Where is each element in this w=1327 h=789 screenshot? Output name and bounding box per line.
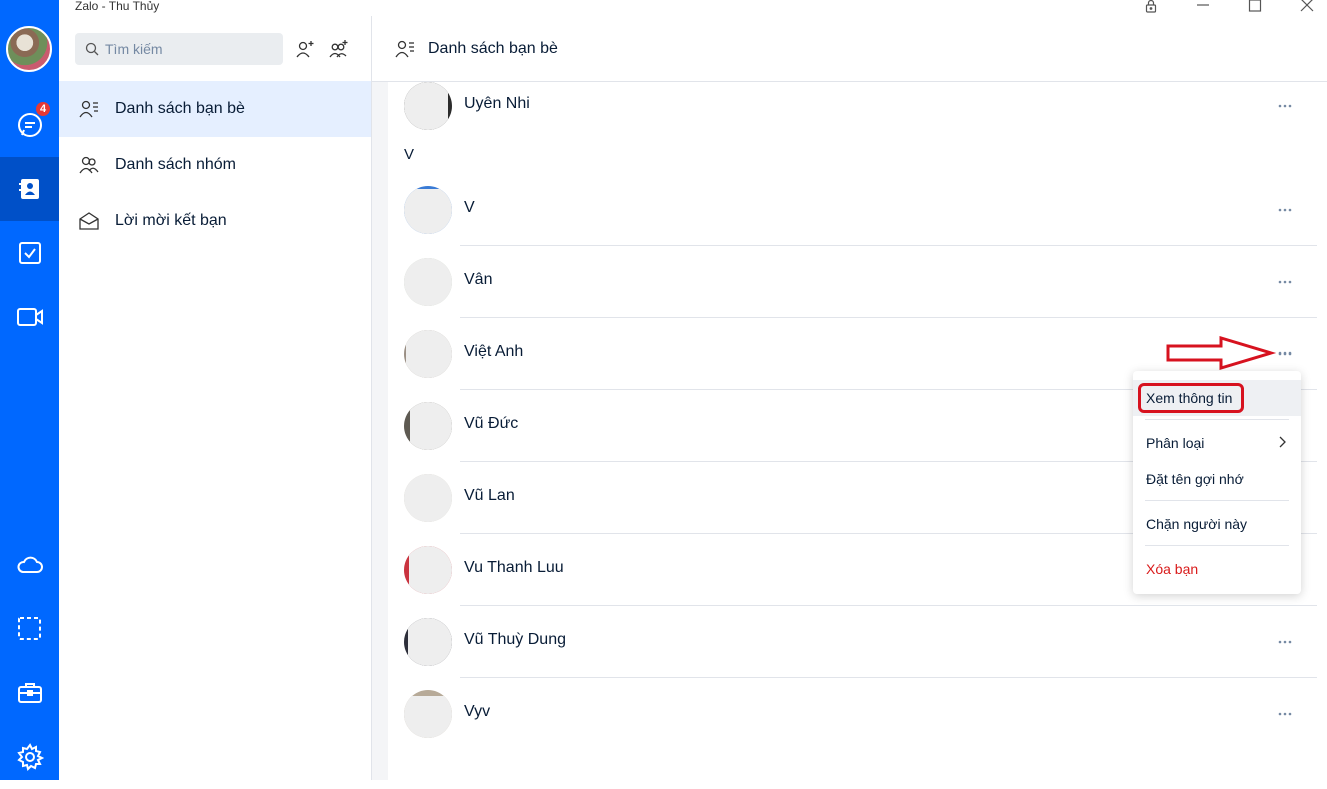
avatar: [404, 402, 452, 450]
more-icon: [1278, 208, 1292, 212]
nav-rail: 4: [0, 0, 59, 780]
more-options-button[interactable]: [1275, 704, 1295, 724]
title-bar: Zalo - Thu Thủy: [59, 0, 1327, 16]
contact-name: Việt Anh: [464, 343, 524, 360]
lock-button[interactable]: [1140, 0, 1162, 14]
cloud-icon: [16, 556, 43, 573]
menu-item-label: Chặn người này: [1146, 516, 1248, 532]
window-title: Zalo - Thu Thủy: [75, 0, 160, 13]
nav-cloud[interactable]: [0, 533, 59, 597]
menu-divider: [1145, 500, 1289, 501]
contacts-sidebar: Danh sách bạn bè Danh sách nhóm Lời mời …: [59, 16, 372, 780]
contact-name: Vũ Lan: [464, 487, 515, 504]
close-button[interactable]: [1296, 0, 1318, 14]
contacts-menu: Danh sách bạn bè Danh sách nhóm Lời mời …: [59, 81, 371, 249]
menu-label: Danh sách nhóm: [115, 156, 236, 173]
menu-friend-list[interactable]: Danh sách bạn bè: [59, 81, 371, 137]
menu-group-list[interactable]: Danh sách nhóm: [59, 137, 371, 193]
menu-label: Lời mời kết bạn: [115, 212, 227, 229]
video-icon: [16, 308, 43, 326]
user-avatar[interactable]: [6, 26, 52, 72]
nav-todo[interactable]: [0, 221, 59, 285]
menu-friend-requests[interactable]: Lời mời kết bạn: [59, 193, 371, 249]
menu-item-label: Đặt tên gợi nhớ: [1146, 471, 1244, 487]
menu-divider: [1145, 545, 1289, 546]
more-options-button-active[interactable]: [1275, 343, 1295, 363]
more-icon: [1278, 712, 1292, 716]
more-icon: [1278, 280, 1292, 284]
avatar: [404, 546, 452, 594]
more-icon: [1278, 104, 1292, 108]
add-friend-icon: [296, 41, 314, 58]
contact-name: Vũ Đức: [464, 415, 519, 432]
contact-name: Vân: [464, 271, 493, 288]
menu-divider: [1145, 419, 1289, 420]
maximize-icon: [1248, 0, 1262, 12]
close-icon: [1300, 0, 1314, 12]
nav-settings[interactable]: [0, 725, 59, 789]
list-item[interactable]: Vyv: [388, 678, 1317, 750]
menu-item-label: Phân loại: [1146, 435, 1205, 451]
search-input[interactable]: [105, 41, 275, 57]
search-icon: [85, 42, 99, 56]
more-options-button[interactable]: [1275, 200, 1295, 220]
list-item[interactable]: V: [388, 174, 1317, 246]
minimize-icon: [1197, 4, 1209, 6]
list-item[interactable]: Uyên Nhi: [388, 70, 1317, 142]
nav-screenshot[interactable]: [0, 597, 59, 661]
avatar: [404, 618, 452, 666]
avatar: [404, 186, 452, 234]
search-box[interactable]: [75, 33, 283, 65]
add-friend-button[interactable]: [292, 36, 318, 62]
group-list-icon: [78, 154, 100, 176]
contacts-icon: [18, 179, 39, 199]
page-title: Danh sách bạn bè: [428, 39, 558, 57]
menu-set-nickname[interactable]: Đặt tên gợi nhớ: [1133, 461, 1301, 497]
section-letter: V: [404, 146, 415, 163]
avatar: [404, 82, 452, 130]
lock-icon: [1145, 0, 1157, 13]
gear-icon: [16, 743, 44, 771]
briefcase-icon: [17, 683, 42, 703]
nav-toolbox[interactable]: [0, 661, 59, 725]
contact-name: Vũ Thuỳ Dung: [464, 631, 566, 648]
more-icon: [1278, 351, 1292, 355]
avatar: [404, 330, 452, 378]
more-options-button[interactable]: [1275, 632, 1295, 652]
avatar: [404, 474, 452, 522]
friend-list-icon: [394, 38, 416, 60]
checkbox-icon: [18, 242, 41, 264]
menu-block-user[interactable]: Chặn người này: [1133, 506, 1301, 542]
contact-name: V: [464, 199, 475, 216]
avatar: [404, 690, 452, 738]
nav-contacts[interactable]: [0, 157, 59, 221]
add-group-icon: [329, 40, 348, 58]
contact-name: Vyv: [464, 703, 491, 720]
menu-item-label: Xóa bạn: [1146, 561, 1199, 577]
menu-remove-friend[interactable]: Xóa bạn: [1133, 551, 1301, 587]
more-options-button[interactable]: [1275, 272, 1295, 292]
contact-name: Uyên Nhi: [464, 95, 530, 112]
menu-classify[interactable]: Phân loại: [1133, 425, 1301, 461]
contact-name: Vu Thanh Luu: [464, 559, 564, 576]
nav-video-call[interactable]: [0, 285, 59, 349]
unread-badge: 4: [35, 101, 51, 117]
more-options-button[interactable]: [1275, 96, 1295, 116]
menu-label: Danh sách bạn bè: [115, 100, 245, 117]
more-icon: [1278, 640, 1292, 644]
list-item[interactable]: Vân: [388, 246, 1317, 318]
screenshot-icon: [17, 617, 41, 640]
annotation-highlight-box: [1138, 383, 1244, 413]
avatar: [404, 258, 452, 306]
create-group-button[interactable]: [326, 36, 352, 62]
list-item[interactable]: Vũ Thuỳ Dung: [388, 606, 1317, 678]
envelope-icon: [78, 210, 100, 232]
nav-messages[interactable]: [0, 93, 59, 157]
chevron-right-icon: [1279, 436, 1286, 448]
maximize-button[interactable]: [1244, 0, 1266, 14]
minimize-button[interactable]: [1192, 0, 1214, 14]
annotation-arrow: [1166, 336, 1277, 370]
friend-list-icon: [78, 98, 100, 120]
